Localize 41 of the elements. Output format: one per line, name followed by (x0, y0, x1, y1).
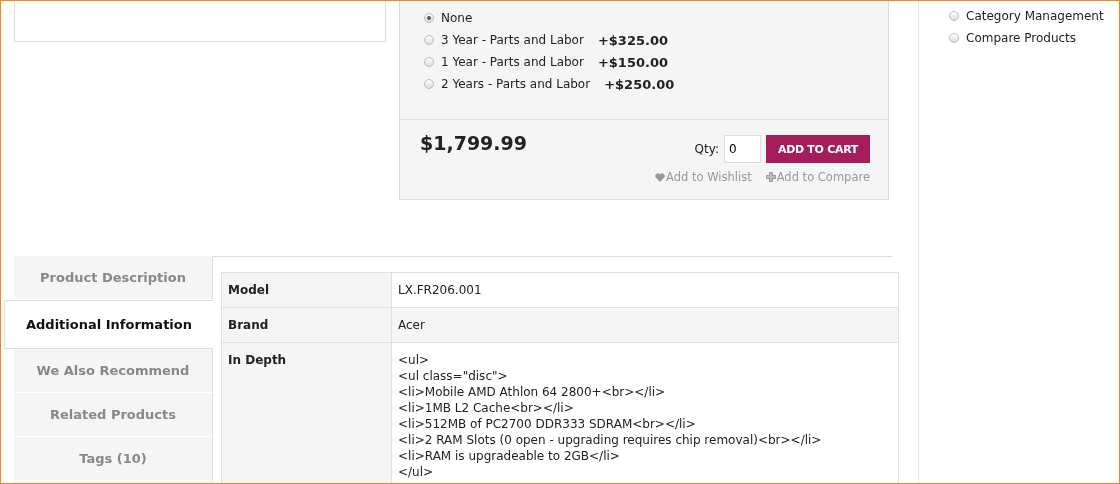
table-cell-text: </ul> (398, 464, 435, 480)
table-cell-text: <li>RAM is upgradeable to 2GB</li> (398, 448, 621, 464)
action-link[interactable]: Add to Compare (765, 170, 870, 184)
option-label: 2 Years - Parts and Labor (441, 77, 591, 91)
table-cell-text: <ul class="disc"> (398, 368, 509, 384)
tab[interactable]: Additional Information (4, 300, 213, 349)
tab[interactable]: We Also Recommend (14, 349, 213, 393)
option-price: +$150.00 (597, 54, 668, 70)
radio-button[interactable] (949, 11, 959, 21)
plus-icon (765, 172, 776, 182)
table-cell-text: <ul> (398, 352, 431, 368)
product-price: $1,799.99 (420, 132, 527, 156)
add-to-cart-button[interactable]: ADD TO CART (766, 135, 870, 163)
heart-icon (655, 172, 666, 182)
option-label: 3 Year - Parts and Labor (441, 33, 584, 47)
radio-button[interactable] (424, 35, 434, 45)
radio-button[interactable] (424, 79, 434, 89)
table-cell-text: <li>1MB L2 Cache<br></li> (398, 400, 575, 416)
table-cell-text: <li>512MB of PC2700 DDR333 SDRAM<br></li> (398, 416, 697, 432)
table-cell-text: Acer (398, 317, 426, 333)
option-label: None (441, 11, 473, 25)
radio-button[interactable] (424, 13, 434, 23)
qty-input[interactable]: 0 (724, 135, 761, 163)
table-cell: Model (221, 272, 392, 308)
table-cell: Brand (221, 307, 392, 343)
tab[interactable]: Product Description (14, 256, 213, 300)
radio-button[interactable] (949, 33, 959, 43)
action-link[interactable]: Add to Wishlist (655, 170, 752, 184)
table-cell-text: <li>Mobile AMD Athlon 64 2800+<br></li> (398, 384, 667, 400)
option-price: +$325.00 (597, 32, 668, 48)
sidebar-item[interactable]: Compare Products (966, 31, 1077, 45)
sidebar-item[interactable]: Category Management (966, 9, 1104, 23)
tab[interactable]: Tags (10) (14, 437, 213, 481)
table-cell-text: <li>2 RAM Slots (0 open - upgrading requires chip removal)<br></li> (398, 432, 823, 448)
option-label: 1 Year - Parts and Labor (441, 55, 584, 69)
table-cell: In Depth (221, 342, 392, 483)
option-price: +$250.00 (604, 76, 675, 92)
tab[interactable]: Related Products (14, 393, 213, 437)
table-cell-text: LX.FR206.001 (398, 282, 483, 298)
radio-button[interactable] (424, 57, 434, 67)
qty-label: Qty: (694, 142, 719, 156)
